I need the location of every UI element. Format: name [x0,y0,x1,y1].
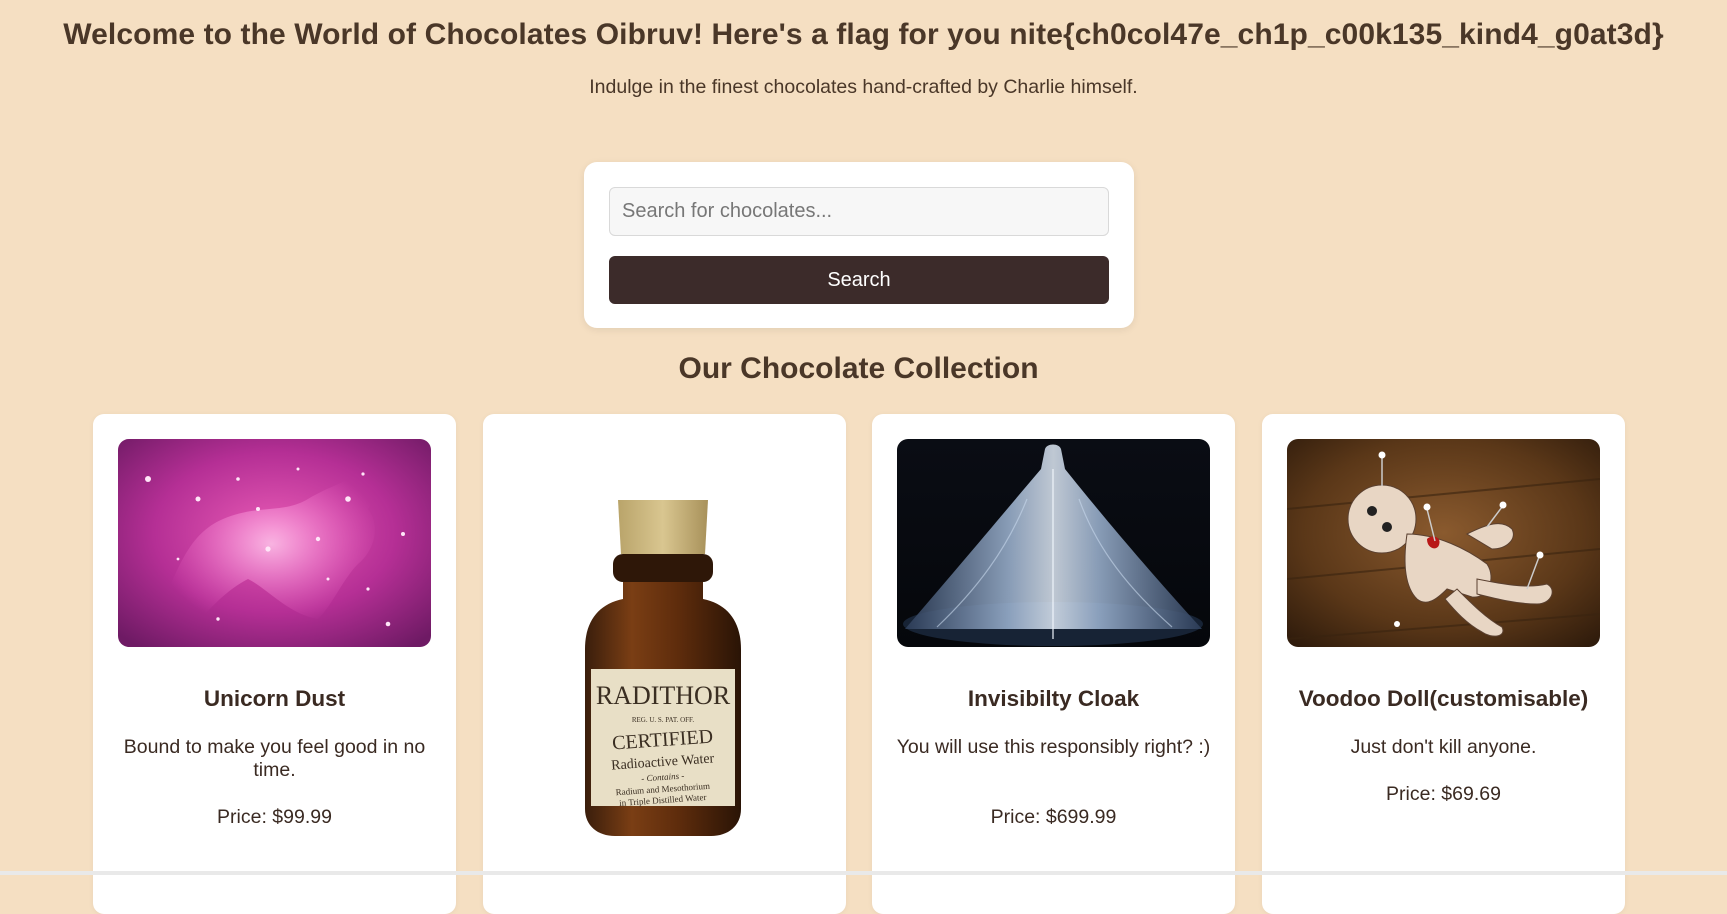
page-subtitle: Indulge in the finest chocolates hand-cr… [589,76,1138,98]
cloak-image [897,439,1210,647]
product-card: Invisibilty Cloak You will use this resp… [872,414,1235,914]
page-bottom-border [0,871,1727,875]
unicorn-image [118,439,431,647]
product-name: Unicorn Dust [203,686,346,711]
bottle-label-brand: RADITHOR [596,681,731,710]
radithor-bottle-image: RADITHOR REG. U. S. PAT. OFF. CERTIFIED … [563,454,763,854]
collection-title: Our Chocolate Collection [678,352,1039,385]
product-card: Unicorn Dust Bound to make you feel good… [93,414,456,914]
product-card: Voodoo Doll(customisable) Just don't kil… [1262,414,1625,914]
svg-text:REG. U. S. PAT. OFF.: REG. U. S. PAT. OFF. [632,716,695,724]
search-panel: Search [584,162,1134,328]
product-price: Price: $69.69 [1386,783,1501,805]
product-card: RADITHOR REG. U. S. PAT. OFF. CERTIFIED … [483,414,846,914]
voodoo-doll-image [1287,439,1600,647]
product-price: Price: $99.99 [217,806,332,828]
product-description: You will use this responsibly right? :) [896,736,1211,758]
product-description: Bound to make you feel good in no time. [123,736,426,781]
product-name: Invisibilty Cloak [967,686,1140,711]
product-description: Just don't kill anyone. [1350,736,1537,758]
product-name: Voodoo Doll(customisable) [1298,686,1589,711]
search-button[interactable]: Search [609,256,1109,304]
product-price: Price: $699.99 [990,806,1117,828]
search-input[interactable] [609,187,1109,236]
page-title: Welcome to the World of Chocolates Oibru… [63,18,1664,51]
